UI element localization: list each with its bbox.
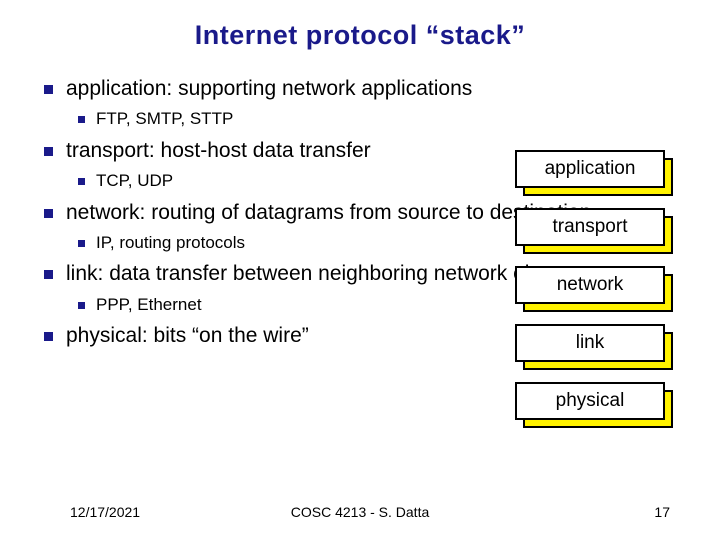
layer-box: network <box>515 266 665 304</box>
footer-course: COSC 4213 - S. Datta <box>291 504 430 520</box>
bullet-desc: host-host data transfer <box>155 139 371 162</box>
bullet-term: physical: <box>66 324 148 347</box>
bullet-term: network: <box>66 201 145 224</box>
protocol-stack-diagram: application transport network link physi… <box>515 150 675 440</box>
footer: 12/17/2021 COSC 4213 - S. Datta 17 <box>0 504 720 520</box>
layer-transport: transport <box>515 208 675 254</box>
bullet-desc: supporting network applications <box>172 77 472 100</box>
layer-box: transport <box>515 208 665 246</box>
slide: Internet protocol “stack” application: s… <box>0 0 720 540</box>
inner-list: FTP, SMTP, STTP <box>66 106 680 132</box>
layer-box: link <box>515 324 665 362</box>
bullet-application: application: supporting network applicat… <box>40 76 680 132</box>
bullet-term: link: <box>66 262 103 285</box>
slide-title: Internet protocol “stack” <box>40 20 680 51</box>
layer-box: physical <box>515 382 665 420</box>
bullet-term: application: <box>66 77 172 100</box>
footer-page: 17 <box>654 504 670 520</box>
sub-bullet: FTP, SMTP, STTP <box>66 106 680 132</box>
layer-network: network <box>515 266 675 312</box>
layer-application: application <box>515 150 675 196</box>
bullet-desc: bits “on the wire” <box>148 324 309 347</box>
bullet-term: transport: <box>66 139 155 162</box>
layer-link: link <box>515 324 675 370</box>
layer-physical: physical <box>515 382 675 428</box>
layer-box: application <box>515 150 665 188</box>
footer-date: 12/17/2021 <box>70 504 140 520</box>
